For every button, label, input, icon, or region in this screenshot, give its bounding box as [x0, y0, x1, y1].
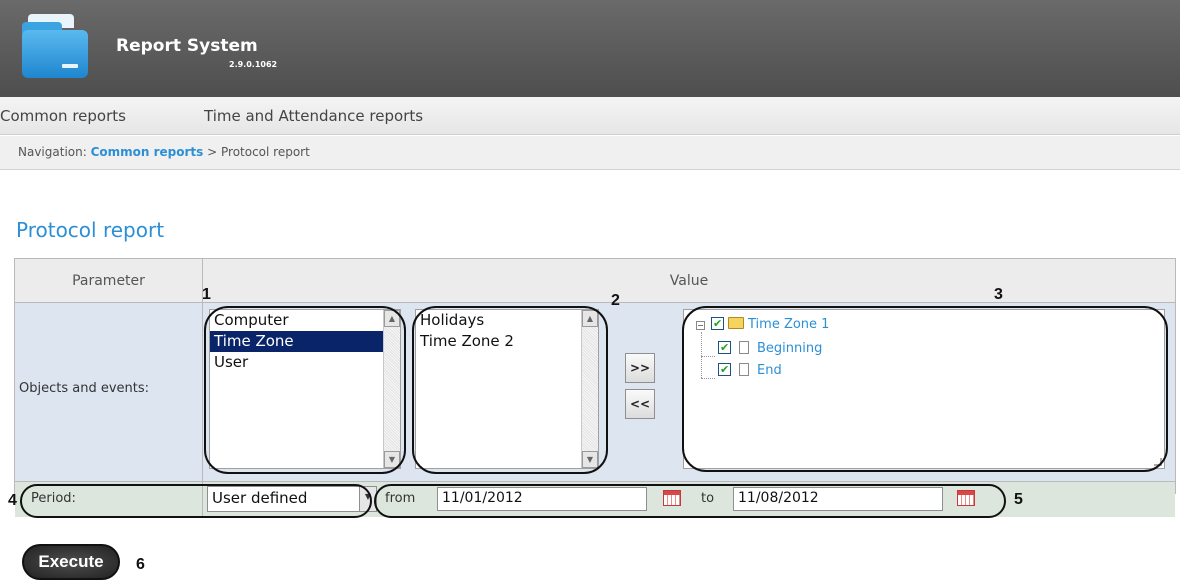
resize-grip[interactable]	[1154, 458, 1162, 466]
from-label: from	[385, 491, 416, 506]
menu-time-attendance-reports[interactable]: Time and Attendance reports	[204, 107, 423, 125]
callout-number-3: 3	[994, 286, 1003, 303]
callout-number-2: 2	[611, 292, 620, 309]
object-types-scrollbar[interactable]: ▲ ▼	[383, 310, 400, 468]
objects-list[interactable]: Holidays Time Zone 2 ▲ ▼	[415, 309, 599, 469]
report-folder-icon	[22, 14, 90, 78]
breadcrumb-separator: >	[203, 145, 221, 159]
execute-button[interactable]: Execute	[22, 544, 120, 580]
remove-button[interactable]: <<	[625, 389, 655, 419]
object-type-item[interactable]: Time Zone	[210, 331, 384, 352]
calendar-icon[interactable]	[957, 490, 975, 506]
app-header: Report System 2.9.0.1062	[0, 0, 1180, 97]
tree-node-child[interactable]: End	[718, 361, 782, 380]
callout-number-4: 4	[8, 492, 17, 509]
column-header-value: Value	[203, 259, 1175, 303]
objects-events-cell: Computer Time Zone User ▲ ▼ Holidays Tim…	[203, 303, 1175, 483]
period-select[interactable]: User defined ▼	[207, 486, 377, 512]
tree-node-label[interactable]: Time Zone 1	[748, 317, 829, 332]
add-button[interactable]: >>	[625, 353, 655, 383]
objects-scrollbar[interactable]: ▲ ▼	[581, 310, 598, 468]
collapse-icon[interactable]: −	[696, 321, 705, 330]
app-version: 2.9.0.1062	[229, 60, 278, 69]
breadcrumb: Navigation: Common reports > Protocol re…	[0, 136, 1180, 170]
scroll-up-icon[interactable]: ▲	[384, 310, 400, 327]
period-label: Period:	[15, 481, 203, 517]
main-menu: Common reports Time and Attendance repor…	[0, 97, 1180, 135]
object-type-item[interactable]: User	[210, 352, 400, 373]
object-type-item[interactable]: Computer	[210, 310, 400, 331]
dropdown-arrow-icon[interactable]: ▼	[359, 487, 376, 511]
selected-objects-tree: − Time Zone 1 Beginning End	[683, 309, 1165, 469]
breadcrumb-current: Protocol report	[221, 145, 310, 159]
tree-node-label[interactable]: Beginning	[757, 341, 822, 356]
tree-node-child[interactable]: Beginning	[718, 339, 822, 358]
calendar-icon[interactable]	[663, 490, 681, 506]
checkbox-icon[interactable]	[711, 315, 724, 333]
scroll-down-icon[interactable]: ▼	[582, 451, 598, 468]
menu-common-reports[interactable]: Common reports	[0, 107, 126, 125]
page-title: Protocol report	[16, 218, 165, 242]
date-to-input[interactable]: 11/08/2012	[733, 487, 943, 511]
breadcrumb-link-common-reports[interactable]: Common reports	[91, 145, 204, 159]
checkbox-icon[interactable]	[718, 361, 731, 379]
tree-node-root[interactable]: − Time Zone 1	[696, 315, 829, 334]
objects-events-label: Objects and events:	[15, 303, 203, 483]
checkbox-icon[interactable]	[718, 339, 731, 357]
callout-number-6: 6	[136, 556, 145, 573]
object-item[interactable]: Time Zone 2	[416, 331, 598, 352]
date-from-input[interactable]: 11/01/2012	[437, 487, 647, 511]
scroll-up-icon[interactable]: ▲	[582, 310, 598, 327]
scroll-down-icon[interactable]: ▼	[384, 451, 400, 468]
app-title: Report System	[116, 36, 258, 56]
object-types-list[interactable]: Computer Time Zone User ▲ ▼	[209, 309, 401, 469]
column-header-parameter: Parameter	[15, 259, 203, 303]
folder-icon	[728, 317, 744, 329]
period-cell: User defined ▼ from 11/01/2012 to 11/08/…	[203, 481, 1175, 517]
callout-number-1: 1	[202, 286, 211, 303]
callout-number-5: 5	[1014, 491, 1023, 508]
period-select-value: User defined	[212, 489, 308, 507]
document-icon	[739, 341, 749, 354]
tree-node-label[interactable]: End	[757, 363, 782, 378]
breadcrumb-prefix: Navigation:	[18, 145, 91, 159]
document-icon	[739, 363, 749, 376]
to-label: to	[701, 491, 715, 506]
object-item[interactable]: Holidays	[416, 310, 598, 331]
